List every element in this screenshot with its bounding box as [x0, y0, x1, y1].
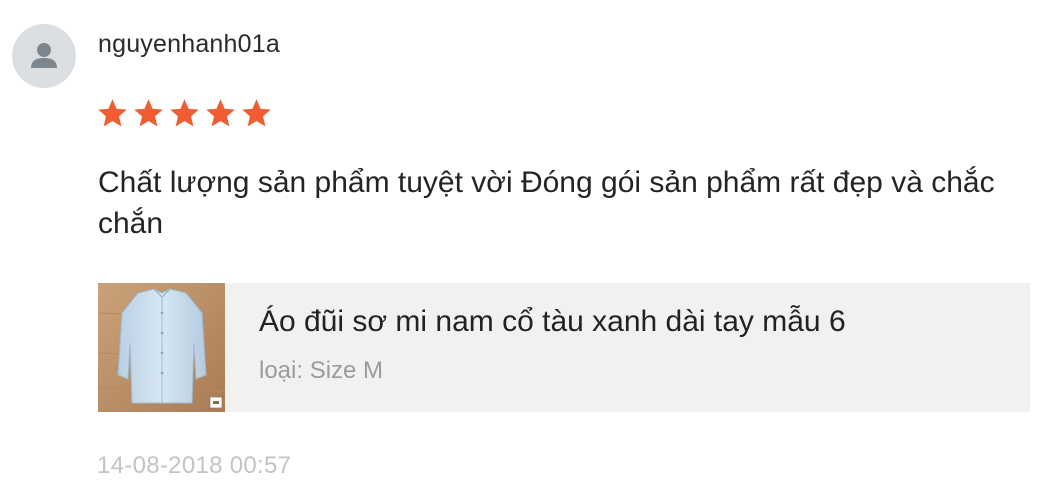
product-thumbnail[interactable]: [98, 283, 225, 412]
avatar[interactable]: [12, 24, 76, 88]
product-variant: loại: Size M: [259, 357, 384, 384]
star-icon: [242, 99, 271, 127]
review-timestamp: 14-08-2018 00:57: [97, 452, 292, 479]
reviewer-username[interactable]: nguyenhanh01a: [98, 30, 280, 59]
review-text: Chất lượng sản phẩm tuyệt vời Đóng gói s…: [98, 166, 995, 240]
star-icon: [206, 99, 235, 127]
star-icon: [98, 99, 127, 127]
star-rating: [96, 97, 273, 130]
star-icon: [134, 99, 163, 127]
star-icon: [170, 99, 199, 127]
product-card[interactable]: Áo đũi sơ mi nam cổ tàu xanh dài tay mẫu…: [98, 283, 1030, 412]
product-name[interactable]: Áo đũi sơ mi nam cổ tàu xanh dài tay mẫu…: [259, 305, 846, 339]
user-silhouette-icon: [31, 43, 57, 68]
shirt-image: [98, 283, 225, 412]
